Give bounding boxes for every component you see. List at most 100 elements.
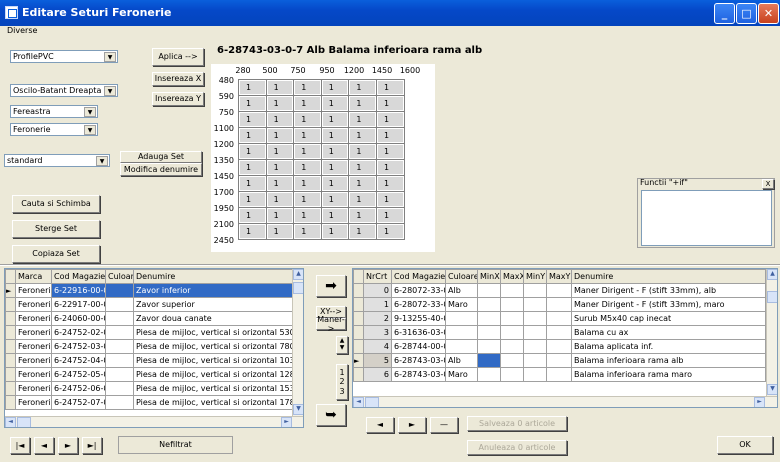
table-cell[interactable] <box>105 339 134 354</box>
table-row[interactable]: Feronerie6-24752-02-0 Piesa de mijloc, ve… <box>5 325 294 340</box>
right-table-hscroll[interactable]: ◄ ► <box>353 396 777 407</box>
table-cell[interactable]: 0 <box>363 283 392 298</box>
left-table-hscroll[interactable]: ◄ ► <box>5 416 303 427</box>
table-cell[interactable]: 6-28743-03-0 <box>391 353 446 368</box>
table-cell[interactable]: Feronerie <box>15 367 52 382</box>
matrix-cell[interactable]: 1 <box>377 208 404 223</box>
table-cell[interactable] <box>105 395 134 410</box>
cancel-articles-button[interactable]: Anuleaza 0 articole <box>467 440 567 455</box>
table-cell[interactable]: 6 <box>363 367 392 382</box>
matrix-cell[interactable]: 1 <box>266 112 294 127</box>
matrix-cell[interactable]: 1 <box>349 192 376 207</box>
column-header[interactable]: MinX <box>477 269 501 284</box>
table-cell[interactable] <box>523 353 547 368</box>
table-cell[interactable]: Feronerie <box>15 381 52 396</box>
table-cell[interactable] <box>105 297 134 312</box>
table-row[interactable]: ► 5 6-28743-03-0 Alb Balama inferioara rama … <box>353 353 766 368</box>
table-cell[interactable]: 6-24752-05-0 <box>51 367 106 382</box>
table-cell[interactable] <box>546 339 572 354</box>
matrix-cell[interactable]: 1 <box>349 224 376 239</box>
table-row[interactable]: Feronerie6-24060-00-0 Zavor doua canate <box>5 311 294 326</box>
table-cell[interactable] <box>477 297 501 312</box>
scroll-thumb[interactable] <box>767 291 777 303</box>
matrix-cell[interactable]: 1 <box>266 176 294 191</box>
type-select[interactable]: Fereastra ▼ <box>10 105 98 118</box>
table-cell[interactable]: 2 <box>363 311 392 326</box>
row-next-button[interactable]: ► <box>398 417 426 433</box>
table-cell[interactable] <box>523 367 547 382</box>
table-cell[interactable]: 6-24752-03-0 <box>51 339 106 354</box>
matrix-cell[interactable]: 1 <box>377 128 404 143</box>
table-cell[interactable]: Alb <box>445 283 478 298</box>
matrix-cell[interactable]: 1 <box>377 160 404 175</box>
table-cell[interactable] <box>445 339 478 354</box>
matrix-cell[interactable]: 1 <box>266 128 294 143</box>
matrix-cell[interactable]: 1 <box>239 208 266 223</box>
table-cell[interactable] <box>523 339 547 354</box>
column-header[interactable]: MinY <box>523 269 547 284</box>
column-header[interactable]: Culoare <box>445 269 478 284</box>
add-set-button[interactable]: Adauga Set <box>120 151 202 163</box>
matrix-cell[interactable]: 1 <box>294 176 321 191</box>
scroll-thumb[interactable] <box>365 397 379 407</box>
matrix-cell[interactable]: 1 <box>294 208 321 223</box>
table-row[interactable]: 1 6-28072-33-0 Maro Maner Dirigent - F (sti… <box>353 297 766 312</box>
table-cell[interactable]: Piesa de mijloc, vertical si orizontal 1… <box>133 395 294 410</box>
table-cell[interactable] <box>523 283 547 298</box>
table-cell[interactable]: 6-31636-03-0 <box>391 325 446 340</box>
table-cell[interactable] <box>523 297 547 312</box>
move-right-button[interactable]: ➡ <box>316 275 346 297</box>
insert-x-button[interactable]: Insereaza X <box>152 72 204 86</box>
matrix-cell[interactable]: 1 <box>239 176 266 191</box>
matrix-cell[interactable]: 1 <box>321 96 349 111</box>
right-table-vscroll[interactable]: ▲ ▼ <box>766 269 777 396</box>
ok-button[interactable]: OK <box>717 436 773 454</box>
row-prev-button[interactable]: ◄ <box>366 417 394 433</box>
close-button[interactable]: ✕ <box>758 3 779 24</box>
matrix-cell[interactable]: 1 <box>321 224 349 239</box>
matrix-cell[interactable]: 1 <box>239 128 266 143</box>
table-cell[interactable]: 6-22916-00-0 <box>51 283 106 298</box>
table-cell[interactable]: Balama inferioara rama maro <box>571 367 766 382</box>
nav-first-button[interactable]: |◄ <box>10 437 30 454</box>
table-row[interactable]: Feronerie6-24752-03-0 Piesa de mijloc, ve… <box>5 339 294 354</box>
table-cell[interactable]: 6-28743-03-0 <box>391 367 446 382</box>
table-cell[interactable]: Piesa de mijloc, vertical si orizontal 5… <box>133 325 294 340</box>
matrix-cell[interactable]: 1 <box>239 144 266 159</box>
left-table-vscroll[interactable]: ▲ ▼ <box>292 269 303 416</box>
matrix-cell[interactable]: 1 <box>349 80 376 95</box>
table-cell[interactable] <box>477 311 501 326</box>
table-row[interactable]: 2 9-13255-40-0 Surub M5x40 cap inecat <box>353 311 766 326</box>
table-cell[interactable]: Feronerie <box>15 283 52 298</box>
table-cell[interactable]: Piesa de mijloc, vertical si orizontal 1… <box>133 381 294 396</box>
table-cell[interactable]: Maner Dirigent - F (stift 33mm), alb <box>571 283 766 298</box>
table-cell[interactable] <box>445 311 478 326</box>
opening-select[interactable]: Oscilo-Batant Dreapta ▼ <box>10 84 118 97</box>
order-spinner[interactable]: ▲ ▼ <box>336 336 348 354</box>
table-cell[interactable] <box>546 311 572 326</box>
search-replace-button[interactable]: Cauta si Schimba <box>12 195 100 213</box>
matrix-cell[interactable]: 1 <box>239 224 266 239</box>
matrix-cell[interactable]: 1 <box>349 144 376 159</box>
table-row[interactable]: Feronerie6-22917-00-0 Zavor superior <box>5 297 294 312</box>
table-row[interactable]: 0 6-28072-33-0 Alb Maner Dirigent - F (stif… <box>353 283 766 298</box>
functii-close-button[interactable]: X <box>762 179 774 189</box>
functii-textarea[interactable] <box>641 190 772 246</box>
table-cell[interactable]: 6-28744-00-0 <box>391 339 446 354</box>
table-cell[interactable] <box>500 297 524 312</box>
matrix-cell[interactable]: 1 <box>349 176 376 191</box>
nav-last-button[interactable]: ►| <box>82 437 102 454</box>
row-delete-button[interactable]: — <box>430 417 458 433</box>
column-header[interactable]: NrCrt <box>363 269 392 284</box>
table-cell[interactable] <box>477 367 501 382</box>
table-cell[interactable] <box>477 339 501 354</box>
table-cell[interactable]: Feronerie <box>15 339 52 354</box>
table-cell[interactable] <box>105 283 134 298</box>
column-header[interactable]: MaxY <box>546 269 572 284</box>
table-cell[interactable]: 4 <box>363 339 392 354</box>
table-cell[interactable] <box>105 311 134 326</box>
table-cell[interactable]: 5 <box>363 353 392 368</box>
matrix-cell[interactable]: 1 <box>294 96 321 111</box>
scroll-left-icon[interactable]: ◄ <box>353 397 364 407</box>
table-row[interactable]: 4 6-28744-00-0 Balama aplicata inf. <box>353 339 766 354</box>
